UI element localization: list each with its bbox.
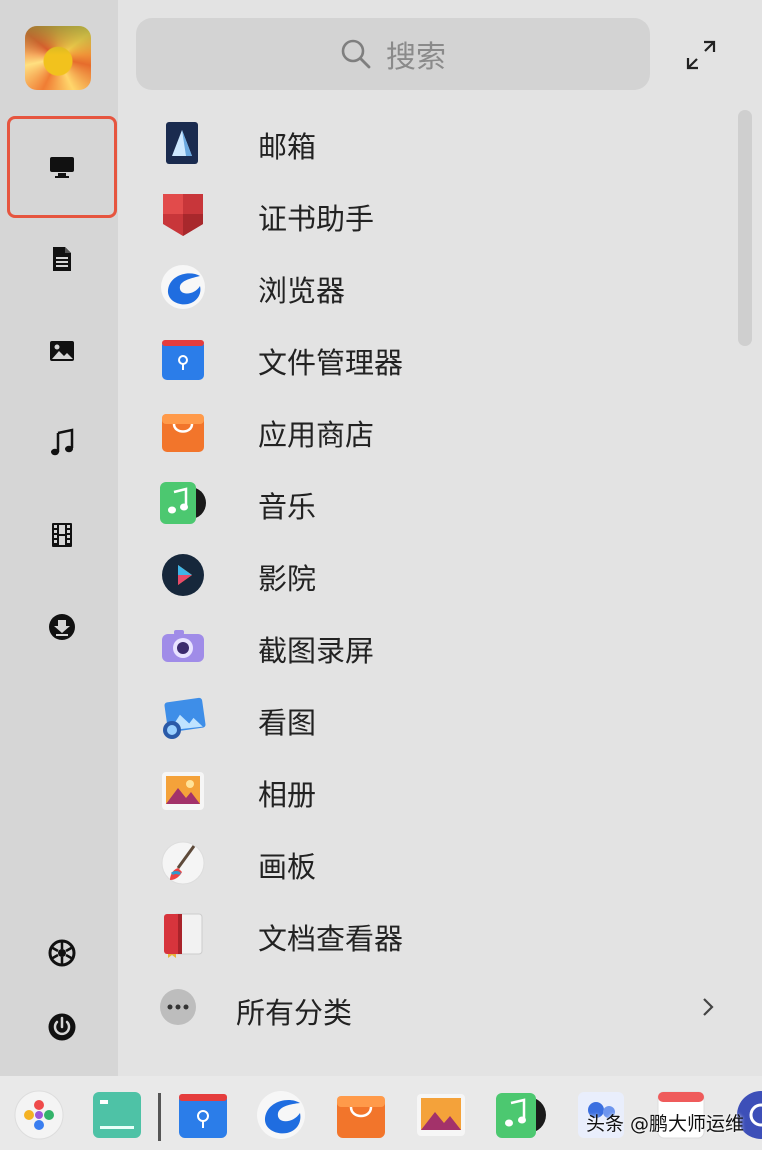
album-icon[interactable] — [416, 1090, 466, 1140]
document-viewer-icon — [164, 913, 203, 958]
category-sidebar — [0, 0, 118, 1076]
search-icon — [341, 39, 371, 69]
app-label: 文件管理器 — [258, 346, 404, 380]
sidebar-item-documents[interactable] — [9, 210, 115, 308]
app-label: 截图录屏 — [258, 634, 375, 668]
file-manager-icon[interactable] — [178, 1090, 228, 1140]
search-placeholder: 搜索 — [386, 40, 446, 75]
all-categories-label: 所有分类 — [236, 996, 353, 1030]
music-app-icon[interactable] — [496, 1090, 546, 1140]
scrollbar[interactable] — [738, 110, 752, 346]
app-item-app-store[interactable]: 应用商店 — [118, 396, 718, 466]
draw-icon — [161, 841, 205, 885]
video-icon — [52, 523, 72, 547]
all-categories-button[interactable]: 所有分类 — [118, 978, 738, 1042]
album-icon — [162, 772, 204, 810]
app-label: 画板 — [258, 850, 317, 884]
app-label: 相册 — [258, 778, 317, 812]
watermark-text: 头条 @鹏大师运维 — [586, 1113, 745, 1135]
sidebar-item-downloads[interactable] — [9, 578, 115, 676]
app-item-file-manager[interactable]: 文件管理器 — [118, 324, 718, 394]
dock-separator — [158, 1093, 161, 1141]
app-item-mail[interactable]: 邮箱 — [118, 108, 718, 178]
launcher-icon[interactable] — [14, 1090, 64, 1140]
document-icon — [53, 247, 71, 271]
sidebar-item-computer[interactable] — [7, 116, 117, 218]
app-label: 影院 — [258, 562, 317, 596]
app-label: 应用商店 — [258, 418, 375, 452]
browser-icon — [161, 265, 205, 309]
music-app-icon — [160, 482, 206, 524]
launcher-main: 搜索 邮箱 证书助手 浏览器 文件管理器 应用商店 音乐 影院 截图录屏 看图 — [118, 0, 762, 1076]
app-label: 音乐 — [258, 490, 317, 524]
search-input[interactable]: 搜索 — [136, 18, 650, 90]
app-label: 邮箱 — [258, 130, 317, 164]
certificate-icon — [163, 194, 203, 236]
app-item-browser[interactable]: 浏览器 — [118, 252, 718, 322]
app-item-screenshot[interactable]: 截图录屏 — [118, 612, 718, 682]
chevron-right-icon — [703, 998, 714, 1016]
file-manager-icon — [162, 340, 204, 380]
app-item-movie[interactable]: 影院 — [118, 540, 718, 610]
sidebar-item-pictures[interactable] — [9, 302, 115, 400]
image-viewer-icon — [163, 697, 206, 739]
screenshot-icon — [162, 630, 204, 662]
mail-icon — [166, 122, 198, 164]
download-icon — [49, 614, 75, 640]
movie-icon — [162, 554, 204, 596]
music-icon — [51, 428, 74, 456]
sidebar-item-power[interactable] — [9, 978, 115, 1076]
picture-icon — [50, 341, 74, 361]
app-item-certificate[interactable]: 证书助手 — [118, 180, 718, 250]
app-item-album[interactable]: 相册 — [118, 756, 718, 826]
app-label: 看图 — [258, 706, 317, 740]
computer-icon — [50, 157, 74, 178]
app-store-icon — [162, 414, 204, 452]
browser-icon[interactable] — [256, 1090, 306, 1140]
app-item-document-viewer[interactable]: 文档查看器 — [118, 900, 718, 970]
fullscreen-icon[interactable] — [684, 38, 718, 72]
power-icon — [48, 1013, 76, 1041]
app-store-icon[interactable] — [336, 1090, 386, 1140]
settings-icon — [48, 939, 76, 967]
app-item-music[interactable]: 音乐 — [118, 468, 718, 538]
more-icon — [160, 989, 196, 1025]
app-item-draw[interactable]: 画板 — [118, 828, 718, 898]
taskbar-dock: 头条 @鹏大师运维 — [0, 1076, 762, 1150]
app-label: 证书助手 — [258, 202, 375, 236]
sidebar-item-videos[interactable] — [9, 486, 115, 584]
multitask-view-icon[interactable] — [92, 1090, 142, 1140]
app-label: 浏览器 — [258, 274, 346, 308]
sidebar-item-music[interactable] — [9, 394, 115, 492]
user-avatar[interactable] — [25, 26, 91, 90]
app-item-image-viewer[interactable]: 看图 — [118, 684, 718, 754]
app-label: 文档查看器 — [258, 922, 404, 956]
